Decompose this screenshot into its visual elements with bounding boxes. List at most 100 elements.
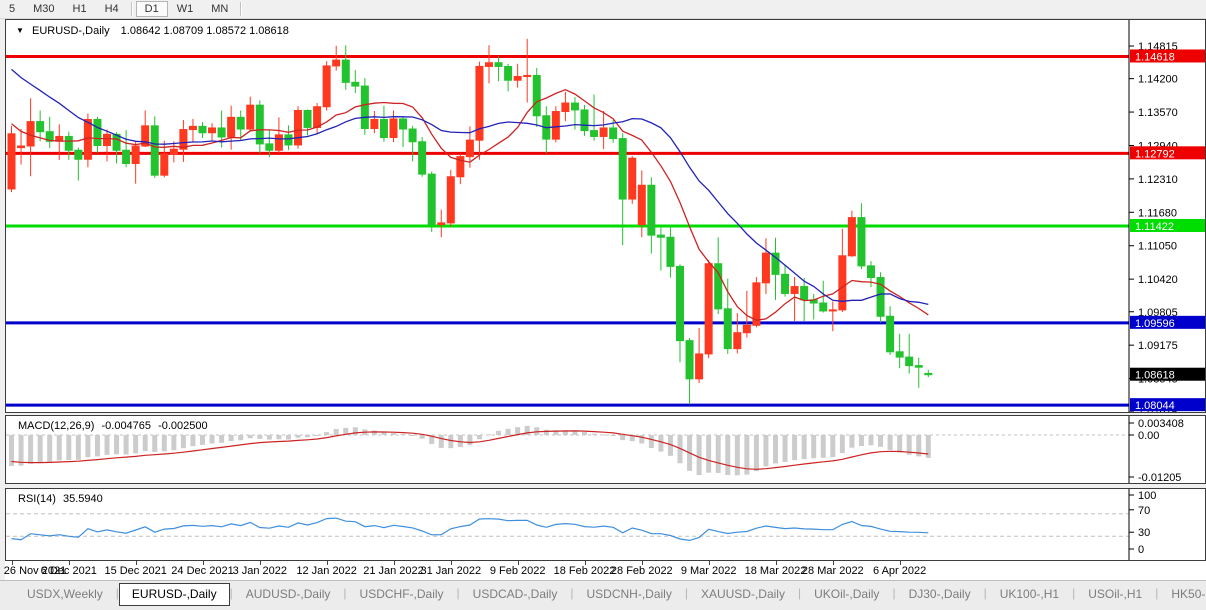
rsi-label: RSI(14) [18, 493, 56, 505]
candle-body [667, 237, 674, 266]
candle-body [447, 177, 454, 223]
date-label: 18 Feb 2022 [554, 565, 616, 577]
macd-histogram-bar [859, 435, 864, 446]
macd-histogram-bar [190, 435, 195, 446]
level-price-badge-label: 1.14618 [1135, 51, 1175, 63]
chart-tab-ukoil-daily[interactable]: UKOil-,Daily [801, 584, 892, 605]
candlestick-chart[interactable]: 1.148151.142001.135701.129401.123101.116… [6, 20, 1205, 412]
date-label: 28 Feb 2022 [611, 565, 673, 577]
candle-body [199, 126, 206, 132]
period-button-h4[interactable]: H4 [96, 1, 128, 17]
chart-tab-usdx-weekly[interactable]: USDX,Weekly [14, 584, 116, 605]
timeframe-toolbar: 5M30H1H4 D1W1MN [0, 0, 1206, 19]
macd-histogram-bar [286, 435, 291, 440]
level-price-badge-label: 1.12792 [1135, 148, 1175, 160]
chart-ohlc-quote: 1.08642 1.08709 1.08572 1.08618 [121, 25, 289, 37]
chart-tab-usdcad-daily[interactable]: USDCAD-,Daily [460, 584, 571, 605]
candle-body [314, 107, 321, 128]
chart-tab-usdcnh-daily[interactable]: USDCNH-,Daily [573, 584, 684, 605]
chart-dropdown-icon[interactable]: ▼ [16, 26, 24, 35]
macd-histogram-bar [878, 435, 883, 447]
candle-body [209, 128, 216, 133]
macd-scale-label: 0.003408 [1138, 418, 1184, 430]
candle-body [677, 266, 684, 340]
candle-body [600, 128, 607, 136]
candle-body [151, 126, 158, 175]
macd-histogram-bar [639, 435, 644, 443]
candle-body [591, 131, 598, 137]
candle-body [94, 119, 101, 145]
period-button-h1[interactable]: H1 [64, 1, 96, 17]
macd-histogram-bar [248, 435, 253, 438]
candle-body [495, 63, 502, 67]
candle-body [533, 75, 540, 115]
chart-tab-usdchf-daily[interactable]: USDCHF-,Daily [347, 584, 457, 605]
rsi-chart[interactable]: 10070300 [6, 489, 1205, 560]
chart-tab-audusd-daily[interactable]: AUDUSD-,Daily [233, 584, 344, 605]
macd-histogram-bar [420, 435, 425, 439]
chart-symbol-label: EURUSD-,Daily [32, 25, 110, 37]
candle-body [619, 139, 626, 199]
candle-body [84, 119, 91, 159]
toolbar-separator [131, 2, 133, 16]
candle-body [132, 146, 139, 164]
date-label: 3 Jan 2022 [233, 565, 287, 577]
macd-histogram-bar [830, 435, 835, 457]
macd-histogram-bar [506, 429, 511, 435]
chart-tab-eurusd-daily[interactable]: EURUSD-,Daily [119, 583, 230, 606]
candle-body [782, 274, 789, 293]
candle-body [247, 105, 254, 129]
macd-histogram-bar [477, 435, 482, 439]
macd-histogram-bar [38, 435, 43, 462]
date-label: 12 Jan 2022 [296, 565, 357, 577]
rsi-indicator-panel[interactable]: 10070300 RSI(14) 35.5940 [5, 488, 1206, 561]
period-button-mn[interactable]: MN [202, 1, 237, 17]
rsi-line [12, 518, 929, 540]
date-axis[interactable]: 26 Nov 20216 Dec 202115 Dec 202124 Dec 2… [5, 561, 1206, 580]
macd-scale-label: 0.00 [1138, 430, 1159, 442]
rsi-scale-label: 100 [1138, 490, 1156, 502]
macd-histogram-bar [888, 435, 893, 450]
price-tick-label: 1.12310 [1138, 174, 1178, 186]
candle-body [571, 103, 578, 110]
rsi-label-line: RSI(14) 35.5940 [18, 493, 103, 505]
candle-body [657, 235, 664, 237]
candle-body [801, 287, 808, 300]
macd-histogram-bar [439, 435, 444, 448]
macd-histogram-bar [353, 427, 358, 435]
date-label: 24 Dec 2021 [171, 565, 233, 577]
rsi-scale-label: 30 [1138, 527, 1150, 539]
period-button-5[interactable]: 5 [0, 1, 24, 17]
macd-histogram-bar [783, 435, 788, 462]
period-button-w1[interactable]: W1 [168, 1, 203, 17]
candle-body [562, 103, 569, 111]
candle-body [390, 119, 397, 138]
candle-body [743, 325, 750, 332]
macd-histogram-bar [57, 435, 62, 460]
chart-tab-xauusd-daily[interactable]: XAUUSD-,Daily [688, 584, 798, 605]
macd-indicator-panel[interactable]: 0.0034080.00-0.01205 MACD(12,26,9) -0.00… [5, 415, 1206, 484]
candle-body [123, 150, 130, 163]
candle-body [18, 146, 25, 148]
rsi-scale-label: 70 [1138, 505, 1150, 517]
chart-tab-uk100-h1[interactable]: UK100-,H1 [987, 584, 1072, 605]
chart-tab-hk50-h1[interactable]: HK50-,H1 [1158, 584, 1206, 605]
candlestick-chart-panel[interactable]: 1.148151.142001.135701.129401.123101.116… [5, 19, 1206, 413]
chart-tab-usoil-h1[interactable]: USOil-,H1 [1075, 584, 1155, 605]
candle-body [218, 128, 225, 137]
macd-histogram-bar [200, 435, 205, 445]
period-button-d1[interactable]: D1 [136, 1, 168, 17]
macd-histogram-bar [725, 435, 730, 475]
candle-body [438, 223, 445, 225]
period-button-m30[interactable]: M30 [24, 1, 63, 17]
candle-body [295, 110, 302, 144]
candle-body [65, 136, 72, 150]
macd-histogram-bar [544, 430, 549, 435]
fast-ma-line [12, 90, 929, 321]
price-tick-label: 1.14200 [1138, 74, 1178, 86]
macd-histogram-bar [487, 434, 492, 435]
candle-body [189, 126, 196, 129]
candle-body [380, 119, 387, 137]
chart-tab-dj30-daily[interactable]: DJ30-,Daily [896, 584, 984, 605]
candle-body [915, 366, 922, 368]
